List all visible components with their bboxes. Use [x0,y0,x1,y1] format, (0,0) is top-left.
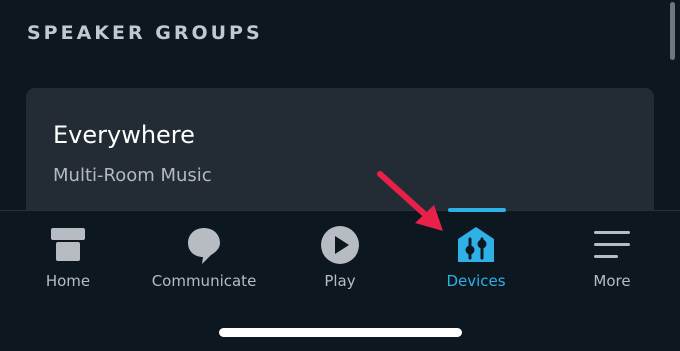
tab-home-label: Home [45,272,91,290]
tab-devices-label: Devices [446,272,506,290]
home-icon [0,225,136,265]
chat-bubble-icon [136,225,272,265]
section-title: SPEAKER GROUPS [27,22,263,44]
scrollbar[interactable] [670,2,675,60]
speaker-group-type: Multi-Room Music [53,165,212,186]
tab-communicate-label: Communicate [151,272,257,290]
home-indicator-bar[interactable] [219,328,462,337]
active-tab-indicator [448,208,506,212]
tab-communicate[interactable]: Communicate [136,211,272,311]
tab-more[interactable]: More [544,211,680,311]
screen: SPEAKER GROUPS Everywhere Multi-Room Mus… [0,0,680,351]
speaker-group-name: Everywhere [53,121,195,149]
tab-play-label: Play [324,272,356,290]
tab-more-label: More [593,272,631,290]
menu-icon [544,225,680,265]
tab-home[interactable]: Home [0,211,136,311]
red-arrow-annotation [377,171,443,231]
